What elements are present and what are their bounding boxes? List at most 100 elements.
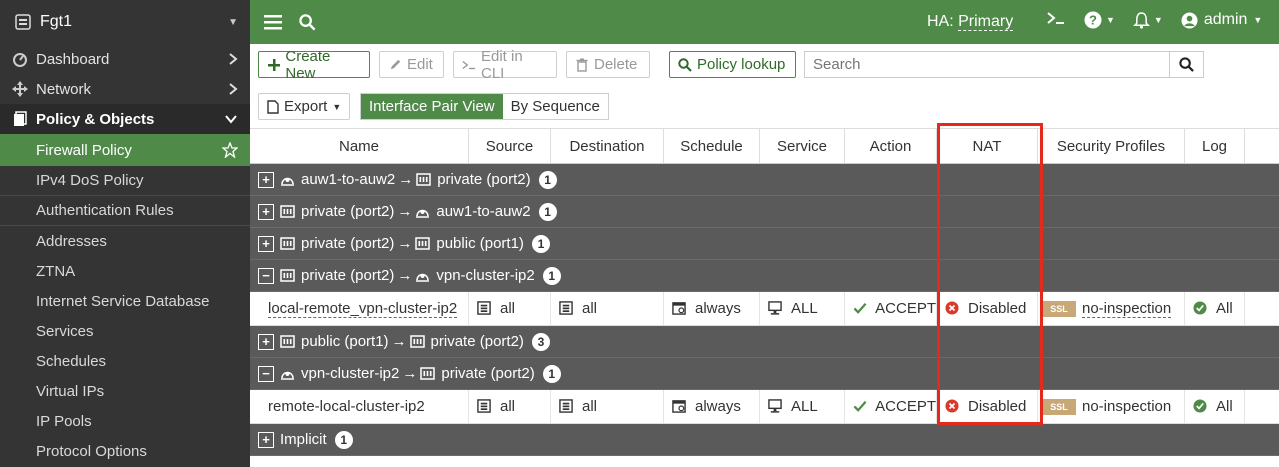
nav-label: IPv4 DoS Policy [36, 172, 144, 189]
expand-icon[interactable]: + [258, 333, 274, 350]
ha-status[interactable]: HA: Primary [927, 13, 1014, 31]
col-action[interactable]: Action [845, 129, 937, 163]
export-button[interactable]: Export ▼ [258, 93, 350, 120]
security-profiles-cell: SSL no-inspection [1038, 390, 1185, 423]
expand-icon[interactable]: + [258, 431, 274, 448]
star-icon[interactable] [222, 142, 238, 158]
edit-button[interactable]: Edit [379, 51, 444, 78]
port-icon [280, 204, 295, 219]
interface-pair-group[interactable]: + public (port1) → private (port2) 3 [250, 326, 1279, 358]
interface-pair-group[interactable]: + auw1-to-auw2 → private (port2) 1 [250, 164, 1279, 196]
col-nat[interactable]: NAT [937, 129, 1038, 163]
device-selector[interactable]: Fgt1 ▼ [0, 0, 250, 44]
nav-schedules[interactable]: Schedules [0, 346, 250, 376]
implicit-label: Implicit [280, 431, 327, 448]
service-value: ALL [791, 300, 818, 317]
policy-name-cell[interactable]: remote-local-cluster-ip2 [250, 390, 469, 423]
policy-name-cell[interactable]: local-remote_vpn-cluster-ip2 [250, 292, 469, 325]
col-name[interactable]: Name [250, 129, 469, 163]
top-bar: HA: Primary ? ▼ ▼ admin ▼ [250, 0, 1279, 44]
port-icon [280, 236, 295, 251]
policy-table: Name Source Destination Schedule Service… [250, 128, 1279, 467]
col-log[interactable]: Log [1185, 129, 1245, 163]
log-value: All [1216, 398, 1233, 415]
svg-text:?: ? [1089, 13, 1097, 28]
sidebar: Fgt1 ▼ Dashboard Network Policy & Object… [0, 0, 250, 467]
user-menu[interactable]: admin ▼ [1181, 11, 1262, 29]
search-icon [678, 57, 692, 72]
nav-virtual-ips[interactable]: Virtual IPs [0, 376, 250, 406]
username: admin [1203, 11, 1248, 28]
nav-policy-objects[interactable]: Policy & Objects [0, 104, 250, 134]
nav-firewall-policy[interactable]: Firewall Policy [0, 134, 250, 166]
document-icon [267, 99, 279, 114]
nav-addresses[interactable]: Addresses [0, 226, 250, 256]
menu-icon[interactable] [262, 11, 284, 33]
policy-lookup-button[interactable]: Policy lookup [669, 51, 796, 78]
by-sequence-button[interactable]: By Sequence [503, 94, 608, 119]
destination-cell: all [551, 292, 664, 325]
policy-row[interactable]: local-remote_vpn-cluster-ip2 all all alw… [250, 292, 1279, 326]
table-header: Name Source Destination Schedule Service… [250, 128, 1279, 164]
service-icon [768, 301, 783, 316]
search-icon [1179, 57, 1194, 72]
nav-authentication-rules[interactable]: Authentication Rules [0, 196, 250, 226]
nav-services[interactable]: Services [0, 316, 250, 346]
source-value: all [500, 300, 516, 317]
check-icon [853, 301, 867, 316]
nav-ip-pools[interactable]: IP Pools [0, 406, 250, 436]
ssl-profile[interactable]: no-inspection [1082, 398, 1171, 415]
trash-icon [575, 58, 589, 72]
ssl-profile[interactable]: no-inspection [1082, 300, 1172, 318]
implicit-group[interactable]: + Implicit 1 [250, 424, 1279, 456]
interface-pair-group[interactable]: − private (port2) → vpn-cluster-ip2 1 [250, 260, 1279, 292]
nav-ipv4-dos-policy[interactable]: IPv4 DoS Policy [0, 166, 250, 196]
collapse-icon[interactable]: − [258, 365, 274, 382]
ssl-badge: SSL [1042, 398, 1076, 415]
group-src: auw1-to-auw2 [301, 171, 396, 188]
tunnel-icon [415, 204, 430, 219]
port-icon [280, 334, 295, 349]
col-service[interactable]: Service [760, 129, 845, 163]
create-new-button[interactable]: Create New [258, 48, 370, 82]
col-schedule[interactable]: Schedule [664, 129, 760, 163]
nav-network[interactable]: Network [0, 74, 250, 104]
col-security-profiles[interactable]: Security Profiles [1038, 129, 1185, 163]
policy-name[interactable]: remote-local-cluster-ip2 [268, 398, 425, 415]
nat-value: Disabled [968, 398, 1027, 415]
col-source[interactable]: Source [469, 129, 551, 163]
collapse-icon[interactable]: − [258, 267, 274, 284]
interface-pair-group[interactable]: + private (port2) → auw1-to-auw2 1 [250, 196, 1279, 228]
group-dst: auw1-to-auw2 [436, 203, 531, 220]
search-button[interactable] [1169, 52, 1203, 77]
interface-pair-view-button[interactable]: Interface Pair View [361, 94, 503, 119]
check-icon [853, 399, 867, 414]
group-count: 1 [334, 430, 353, 449]
policy-row[interactable]: remote-local-cluster-ip2 all all always … [250, 390, 1279, 424]
delete-button[interactable]: Delete [566, 51, 650, 78]
nav-internet-service-database[interactable]: Internet Service Database [0, 286, 250, 316]
expand-icon[interactable]: + [258, 203, 274, 220]
ha-label: HA: [927, 13, 954, 30]
col-destination[interactable]: Destination [551, 129, 664, 163]
address-icon [559, 301, 574, 316]
cli-console-icon[interactable] [1046, 10, 1066, 30]
expand-icon[interactable]: + [258, 171, 274, 188]
expand-icon[interactable]: + [258, 235, 274, 252]
search-icon[interactable] [296, 11, 318, 33]
edit-in-cli-button[interactable]: Edit in CLI [453, 48, 557, 82]
help-menu[interactable]: ? ▼ [1084, 11, 1115, 29]
caret-down-icon: ▼ [228, 16, 238, 28]
notifications-menu[interactable]: ▼ [1132, 11, 1163, 29]
nav-protocol-options[interactable]: Protocol Options [0, 436, 250, 466]
log-value: All [1216, 300, 1233, 317]
policy-name[interactable]: local-remote_vpn-cluster-ip2 [268, 300, 458, 318]
nav-ztna[interactable]: ZTNA [0, 256, 250, 286]
interface-pair-group[interactable]: − vpn-cluster-ip2 → private (port2) 1 [250, 358, 1279, 390]
search-input[interactable] [805, 52, 1169, 77]
nav-dashboard[interactable]: Dashboard [0, 44, 250, 74]
nav-label: Services [36, 322, 94, 340]
export-label: Export [284, 98, 328, 115]
interface-pair-group[interactable]: + private (port2) → public (port1) 1 [250, 228, 1279, 260]
help-icon: ? [1084, 11, 1102, 29]
